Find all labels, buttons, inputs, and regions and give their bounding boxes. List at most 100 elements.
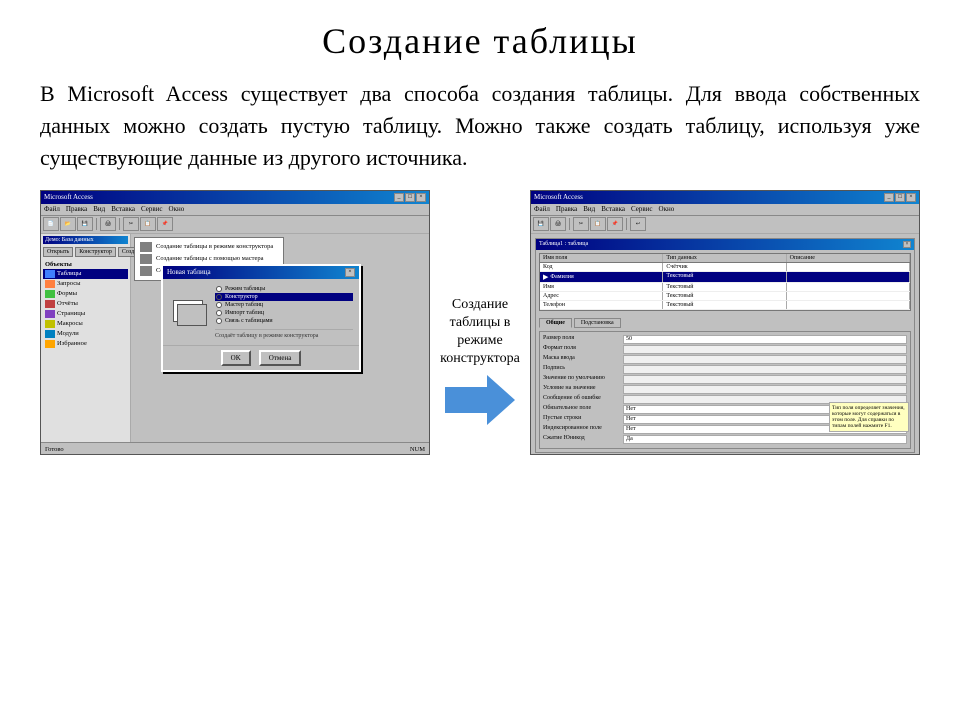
prop-mask-value[interactable]: [623, 355, 907, 364]
nav-reports[interactable]: Отчёты: [43, 299, 128, 309]
r-tb-paste[interactable]: 📌: [607, 217, 623, 231]
tb-copy[interactable]: 📋: [140, 217, 156, 231]
tb-print[interactable]: 🖨: [100, 217, 116, 231]
right-title-text: Microsoft Access: [534, 193, 583, 201]
r-menu-window[interactable]: Окно: [659, 205, 675, 213]
db-open-btn[interactable]: Открыть: [43, 247, 73, 257]
r-tb-copy[interactable]: 📋: [590, 217, 606, 231]
tb-open[interactable]: 📂: [60, 217, 76, 231]
hint-text: Тип поля определяет значения, которые мо…: [832, 405, 905, 429]
prop-default-value[interactable]: [623, 375, 907, 384]
left-menubar: Файл Правка Вид Вставка Сервис Окно: [41, 204, 429, 216]
arrow-container: Создание таблицы в режиме конструктора: [430, 190, 530, 455]
field-desc-3: [787, 292, 910, 300]
db-design-btn[interactable]: Конструктор: [75, 247, 116, 257]
dialog-close-btn[interactable]: ×: [345, 268, 355, 277]
prop-caption-value[interactable]: [623, 365, 907, 374]
nav-modules[interactable]: Модули: [43, 329, 128, 339]
r-menu-view[interactable]: Вид: [583, 205, 595, 213]
nav-forms[interactable]: Формы: [43, 289, 128, 299]
opt-constructor-label: Конструктор: [225, 294, 258, 300]
fields-section: Имя поля Тип данных Описание Код Счётчик: [536, 250, 914, 318]
nav-pages[interactable]: Страницы: [43, 309, 128, 319]
field-row-3[interactable]: Адрес Текстовый: [540, 292, 910, 301]
opt-link[interactable]: Связь с таблицами: [215, 317, 353, 325]
nav-pages-label: Страницы: [57, 310, 85, 317]
tables-icon: [45, 270, 55, 278]
field-type-4: Текстовый: [663, 301, 786, 309]
table-design-window: Таблица1 : таблица × Имя поля Тип данных: [535, 238, 915, 453]
prop-format-value[interactable]: [623, 345, 907, 354]
option-constructor[interactable]: Создание таблицы в режиме конструктора: [138, 241, 280, 253]
r-maximize-btn[interactable]: □: [895, 193, 905, 202]
field-row-1[interactable]: ▶ Фамилия Текстовый: [540, 272, 910, 283]
forms-icon: [45, 290, 55, 298]
field-name-2: Имя: [540, 283, 663, 291]
menu-edit[interactable]: Правка: [66, 205, 87, 213]
field-row-2[interactable]: Имя Текстовый: [540, 283, 910, 292]
table-icon-big: [173, 300, 205, 324]
r-tb-save[interactable]: 💾: [533, 217, 549, 231]
prop-size-value[interactable]: 50: [623, 335, 907, 344]
close-btn[interactable]: ×: [416, 193, 426, 202]
opt-table-mode-label: Режим таблицы: [225, 286, 265, 292]
menu-insert[interactable]: Вставка: [111, 205, 135, 213]
prop-mask: Маска ввода: [543, 355, 907, 364]
nav-macros[interactable]: Макросы: [43, 319, 128, 329]
r-menu-file[interactable]: Файл: [534, 205, 550, 213]
prop-condition-value[interactable]: [623, 385, 907, 394]
nav-reports-label: Отчёты: [57, 300, 78, 307]
r-tb-print[interactable]: 🖨: [550, 217, 566, 231]
menu-file[interactable]: Файл: [44, 205, 60, 213]
left-status-num: NUM: [410, 446, 425, 453]
tab-lookup[interactable]: Подстановка: [574, 318, 621, 328]
field-desc-2: [787, 283, 910, 291]
prop-caption: Подпись: [543, 365, 907, 374]
left-nav-panel: Демо: База данных Открыть Конструктор Со…: [41, 234, 131, 442]
tb-sep1: [96, 218, 97, 230]
r-menu-insert[interactable]: Вставка: [601, 205, 625, 213]
td-close-btn[interactable]: ×: [903, 241, 911, 248]
minimize-btn[interactable]: _: [394, 193, 404, 202]
cancel-button[interactable]: Отмена: [259, 350, 302, 366]
menu-window[interactable]: Окно: [169, 205, 185, 213]
tb-save[interactable]: 💾: [77, 217, 93, 231]
field-type-1: Текстовый: [663, 272, 786, 282]
r-menu-tools[interactable]: Сервис: [631, 205, 653, 213]
nav-forms-label: Формы: [57, 290, 77, 297]
left-toolbar: 📄 📂 💾 🖨 ✂ 📋 📌: [41, 216, 429, 234]
maximize-btn[interactable]: □: [405, 193, 415, 202]
tb-new[interactable]: 📄: [43, 217, 59, 231]
nav-queries[interactable]: Запросы: [43, 279, 128, 289]
ok-button[interactable]: OK: [221, 350, 251, 366]
dialog-desc: Создаёт таблицу в режиме конструктора: [215, 329, 353, 339]
dialog-titlebar: Новая таблица ×: [163, 266, 359, 279]
r-tb-undo[interactable]: ↩: [630, 217, 646, 231]
prop-required-label: Обязательное поле: [543, 405, 623, 414]
prop-unicode-value[interactable]: Да: [623, 435, 907, 444]
menu-view[interactable]: Вид: [93, 205, 105, 213]
r-close-btn[interactable]: ×: [906, 193, 916, 202]
nav-favorites[interactable]: Избранное: [43, 339, 128, 349]
r-tb-cut[interactable]: ✂: [573, 217, 589, 231]
tb-paste[interactable]: 📌: [157, 217, 173, 231]
field-row-4[interactable]: Телефон Текстовый: [540, 301, 910, 310]
opt-import[interactable]: Импорт таблиц: [215, 309, 353, 317]
reports-icon: [45, 300, 55, 308]
tb-cut[interactable]: ✂: [123, 217, 139, 231]
opt-constructor[interactable]: Конструктор: [215, 293, 353, 301]
opt-wizard[interactable]: Мастер таблиц: [215, 301, 353, 309]
r-minimize-btn[interactable]: _: [884, 193, 894, 202]
field-row-0[interactable]: Код Счётчик: [540, 263, 910, 272]
body-text: В Microsoft Access существует два способ…: [40, 78, 920, 174]
opt-table-mode[interactable]: Режим таблицы: [215, 285, 353, 293]
r-menu-edit[interactable]: Правка: [556, 205, 577, 213]
tab-general[interactable]: Общие: [539, 318, 572, 328]
dialog-footer: OK Отмена: [163, 345, 359, 370]
nav-tables[interactable]: Таблицы: [43, 269, 128, 279]
prop-mask-label: Маска ввода: [543, 355, 623, 364]
nav-objects: Объекты: [43, 260, 128, 269]
menu-tools[interactable]: Сервис: [141, 205, 163, 213]
new-table-dialog: Новая таблица × Режим таблицы: [161, 264, 361, 372]
field-name-0: Код: [540, 263, 663, 271]
